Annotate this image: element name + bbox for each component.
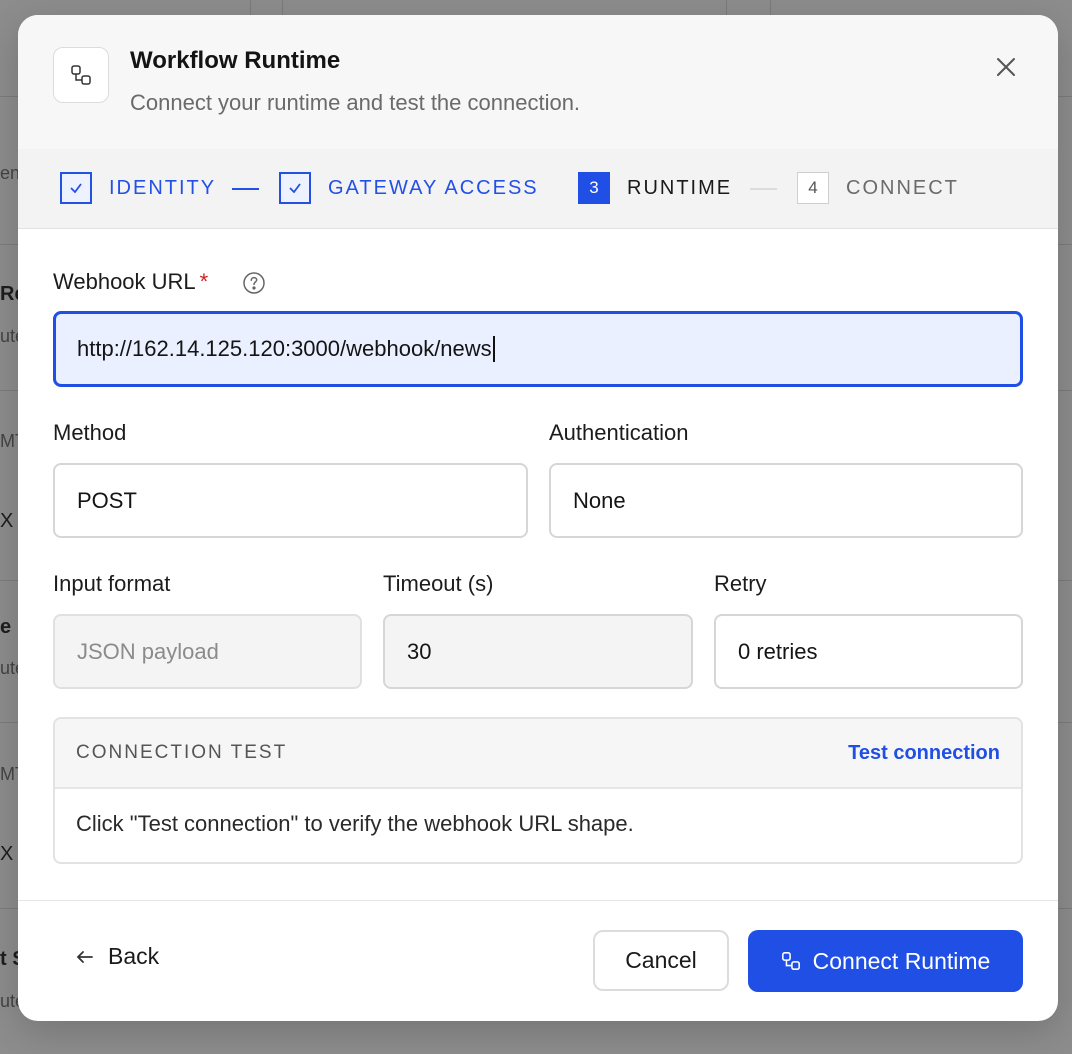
connection-test-panel: CONNECTION TEST Test connection Click "T… [53, 717, 1023, 864]
timeout-label: Timeout (s) [383, 571, 494, 596]
close-icon[interactable] [992, 53, 1020, 81]
webhook-url-input[interactable]: http://162.14.125.120:3000/webhook/news [53, 311, 1023, 387]
input-format-label: Input format [53, 571, 171, 596]
bg-text: X [0, 510, 14, 532]
step-connector [232, 188, 259, 190]
method-value: POST [77, 487, 137, 513]
step-connect[interactable]: 4 CONNECT [797, 171, 959, 205]
retry-select[interactable]: 0 retries [714, 614, 1023, 689]
step-label: CONNECT [846, 176, 959, 199]
webhook-url-label: Webhook URL * [53, 269, 208, 295]
timeout-value: 30 [407, 638, 432, 664]
connection-test-message: Click "Test connection" to verify the we… [76, 811, 634, 836]
authentication-label: Authentication [549, 420, 689, 445]
step-number: 3 [578, 172, 610, 204]
step-connector [750, 188, 777, 190]
required-mark: * [199, 269, 209, 294]
retry-value: 0 retries [738, 638, 818, 664]
dialog-header: Workflow Runtime Connect your runtime an… [18, 15, 1058, 150]
connection-test-header: CONNECTION TEST Test connection [55, 719, 1021, 789]
input-format-field: JSON payload [53, 614, 362, 689]
retry-label: Retry [714, 571, 767, 596]
workflow-icon [53, 47, 109, 103]
test-connection-button[interactable]: Test connection [848, 742, 1000, 765]
authentication-select[interactable]: None [549, 463, 1023, 538]
footer-divider [18, 900, 1058, 901]
help-icon[interactable] [242, 271, 266, 295]
bg-text: X [0, 843, 14, 865]
dialog-subtitle: Connect your runtime and test the connec… [130, 90, 581, 115]
workflow-runtime-dialog: Workflow Runtime Connect your runtime an… [18, 15, 1058, 1021]
timeout-input[interactable]: 30 [383, 614, 693, 689]
step-label: GATEWAY ACCESS [328, 176, 539, 199]
method-label: Method [53, 420, 127, 445]
arrow-left-icon [76, 950, 93, 963]
method-select[interactable]: POST [53, 463, 528, 538]
bg-text: e [0, 616, 12, 638]
webhook-url-value: http://162.14.125.120:3000/webhook/news [77, 336, 492, 361]
dialog-title: Workflow Runtime [130, 47, 341, 74]
check-icon [279, 172, 311, 204]
input-format-value: JSON payload [77, 638, 219, 664]
authentication-value: None [573, 487, 626, 513]
back-button[interactable]: Back [76, 943, 159, 970]
webhook-url-label-text: Webhook URL [53, 269, 196, 294]
step-identity[interactable]: IDENTITY [60, 171, 216, 205]
connection-test-title: CONNECTION TEST [76, 742, 288, 763]
text-caret [492, 336, 495, 362]
check-icon [60, 172, 92, 204]
step-gateway-access[interactable]: GATEWAY ACCESS [279, 171, 539, 205]
back-label: Back [108, 943, 160, 969]
step-label: RUNTIME [627, 176, 733, 199]
step-runtime[interactable]: 3 RUNTIME [578, 171, 732, 205]
wizard-stepper: IDENTITY GATEWAY ACCESS 3 RUNTIME 4 CONN… [18, 149, 1058, 229]
workflow-icon [781, 952, 800, 970]
cancel-button[interactable]: Cancel [593, 930, 729, 991]
step-number: 4 [797, 172, 829, 204]
connect-runtime-label: Connect Runtime [812, 947, 991, 974]
step-label: IDENTITY [109, 176, 217, 199]
connect-runtime-button[interactable]: Connect Runtime [748, 930, 1023, 992]
